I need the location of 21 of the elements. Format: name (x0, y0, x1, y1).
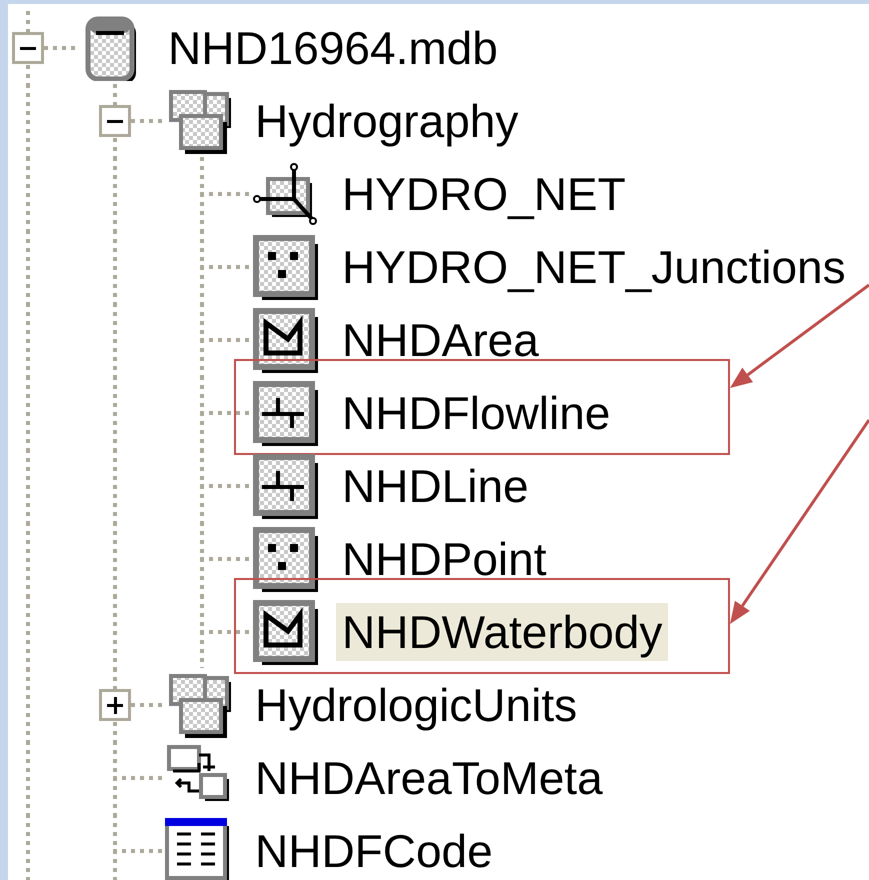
points-icon (252, 234, 318, 300)
points-icon (252, 526, 318, 592)
polygon-icon (252, 598, 318, 664)
expand-button[interactable] (99, 689, 131, 721)
collapse-button[interactable] (99, 105, 131, 137)
network-icon (252, 160, 318, 226)
tree-item[interactable]: NHDLine (336, 456, 535, 514)
tree-item[interactable]: NHDFCode (249, 822, 499, 880)
tree-item[interactable]: HYDRO_NET (336, 164, 632, 222)
tree-item[interactable]: NHD16964.mdb (162, 18, 504, 76)
tree-item[interactable]: NHDArea (336, 310, 545, 368)
collapse-button[interactable] (12, 32, 44, 64)
tree-item[interactable]: NHDPoint (336, 530, 553, 588)
tree-item[interactable]: HydrologicUnits (249, 676, 584, 734)
tree-item[interactable]: HYDRO_NET_Junctions (336, 238, 852, 296)
tree-item[interactable]: NHDFlowline (336, 384, 616, 442)
tree-item[interactable]: NHDWaterbody (336, 602, 668, 660)
tree-item[interactable]: NHDAreaToMeta (249, 748, 609, 806)
polygon-icon (252, 306, 318, 372)
table-icon (165, 818, 231, 880)
tree-item[interactable]: Hydrography (249, 92, 524, 150)
